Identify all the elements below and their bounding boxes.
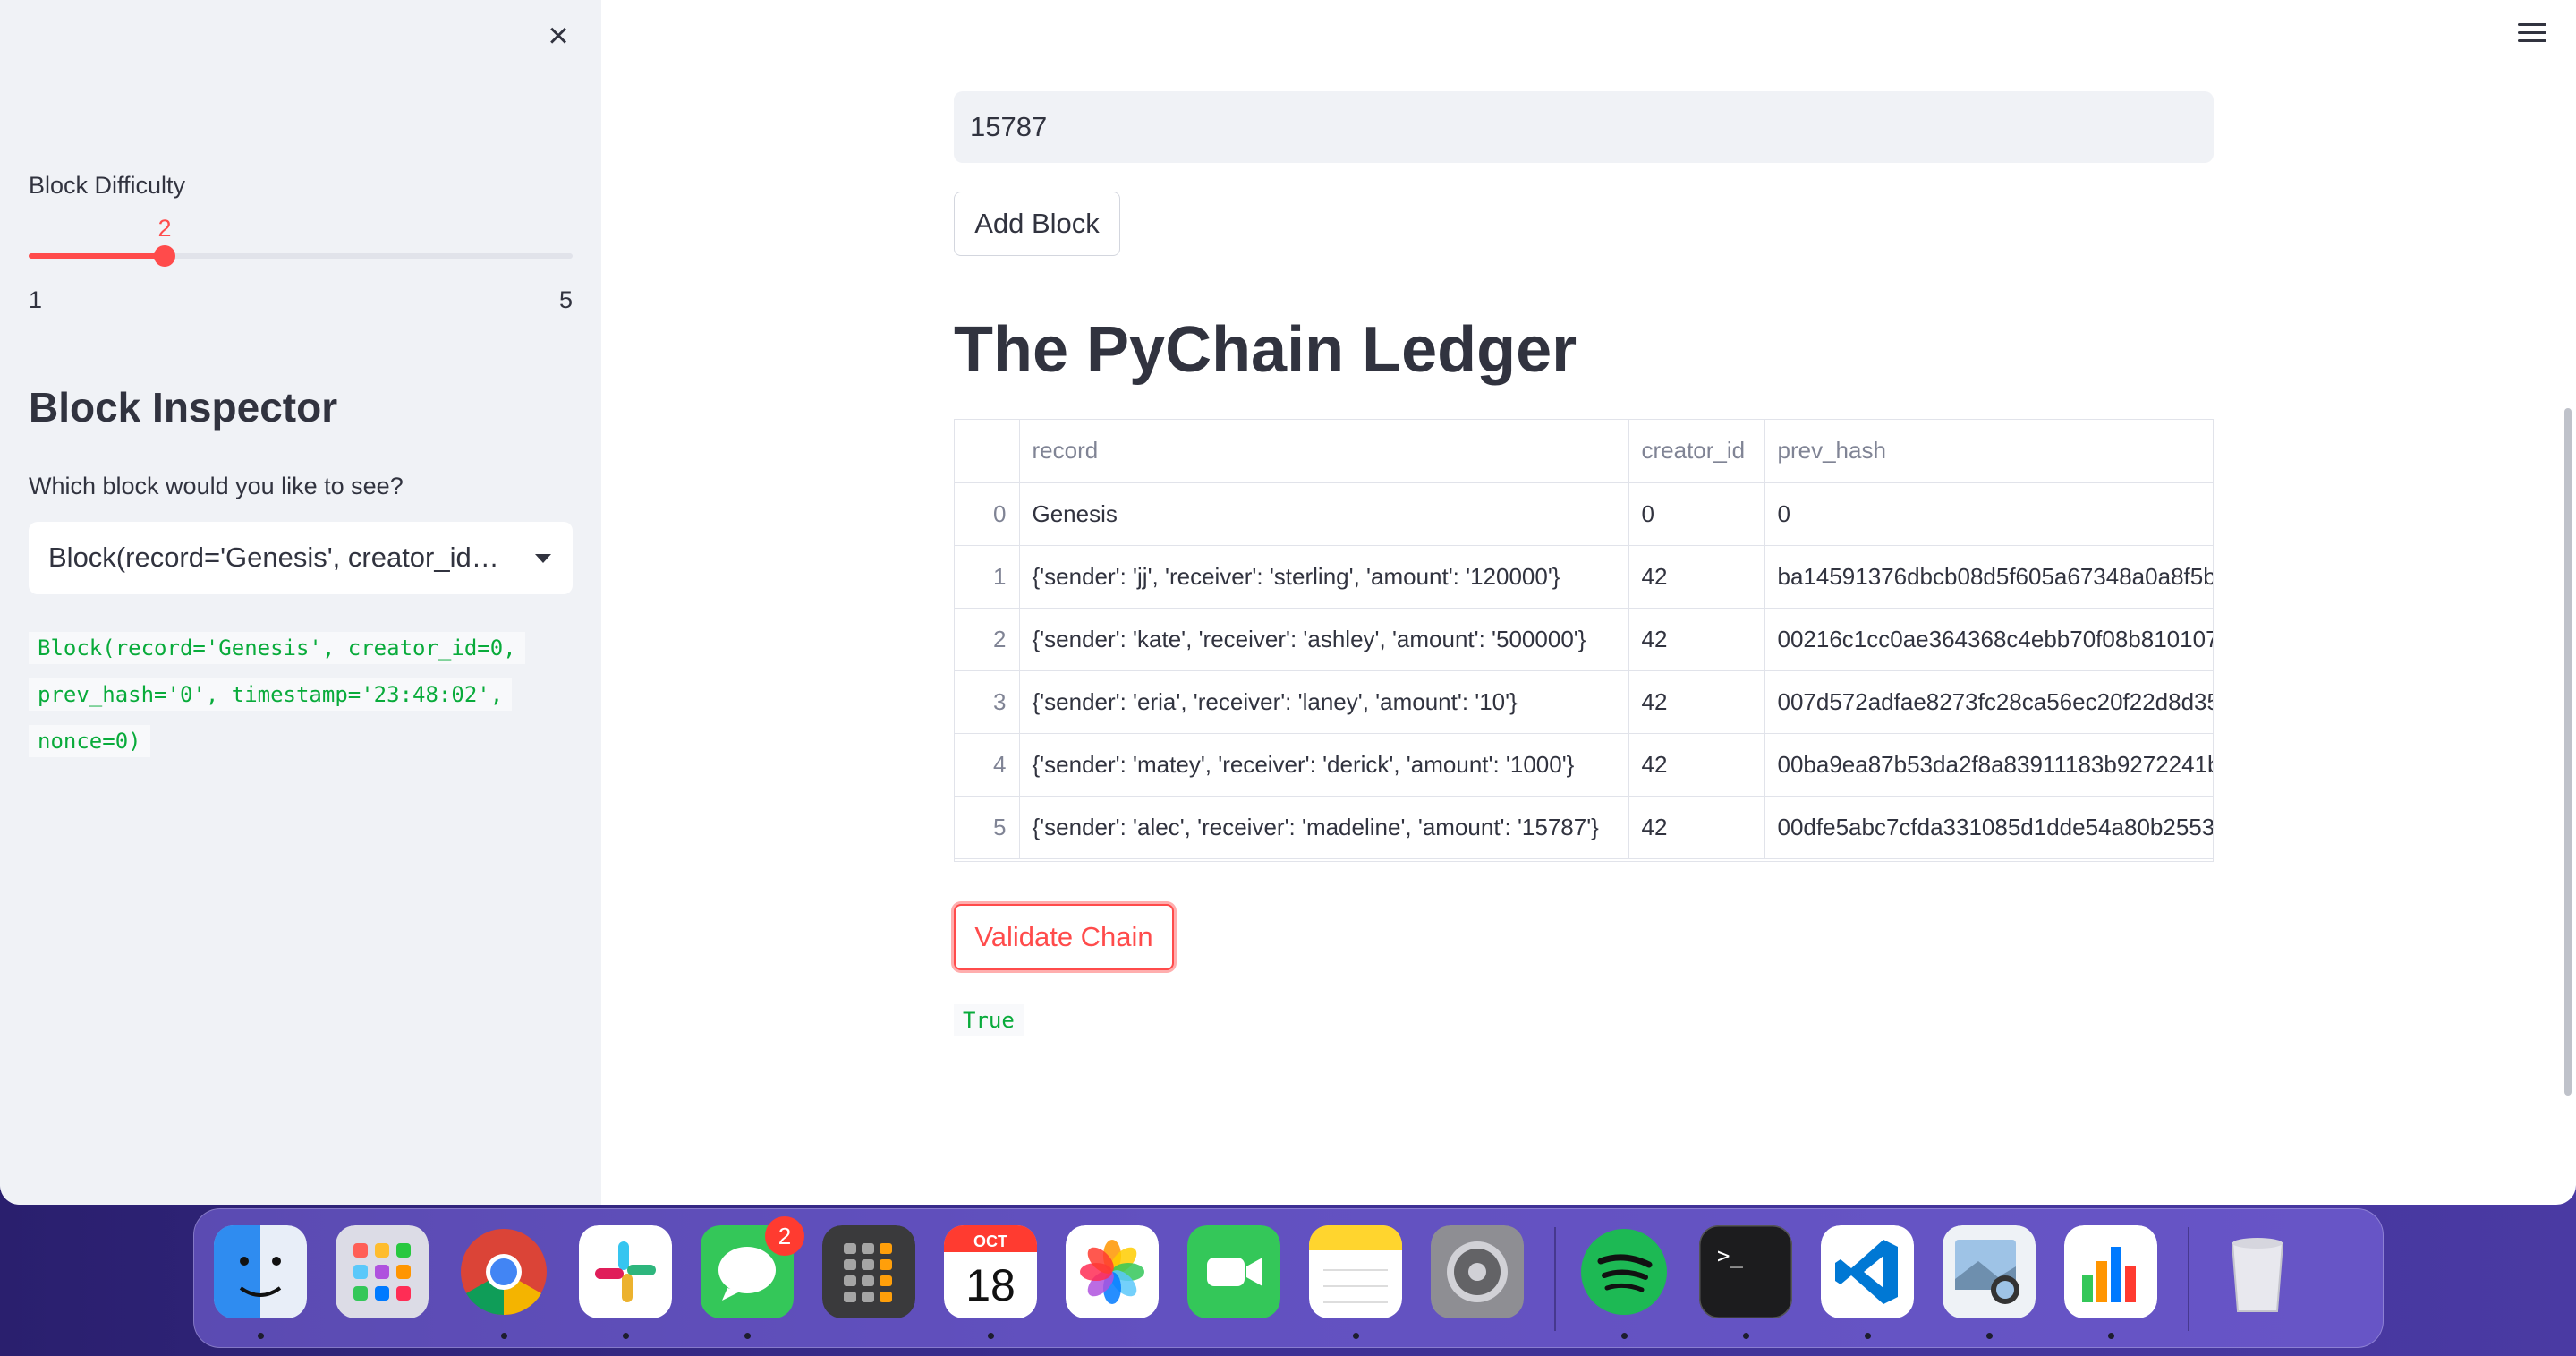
- code-line: Block(record='Genesis', creator_id=0,: [29, 632, 525, 664]
- slider-max-label: 5: [558, 286, 573, 313]
- running-indicator: [1743, 1333, 1749, 1339]
- record-cell[interactable]: {'sender': 'alec', 'receiver': 'madeline…: [1019, 796, 1629, 859]
- numbers-icon[interactable]: [2064, 1225, 2157, 1318]
- finder-icon[interactable]: [214, 1225, 307, 1318]
- table-row: 1 {'sender': 'jj', 'receiver': 'sterling…: [955, 545, 2213, 609]
- record-cell[interactable]: {'sender': 'matey', 'receiver': 'derick'…: [1019, 733, 1629, 797]
- column-header-creator-id[interactable]: creator_id: [1628, 420, 1765, 483]
- app-window: × Block Difficulty 2 1 5 Block Inspector…: [0, 0, 2576, 1205]
- running-indicator: [501, 1333, 507, 1339]
- running-indicator: [1865, 1333, 1871, 1339]
- record-cell[interactable]: Genesis: [1019, 482, 1629, 546]
- slack-icon[interactable]: [579, 1225, 672, 1318]
- block-details-code: Block(record='Genesis', creator_id=0, pr…: [29, 625, 530, 764]
- slider-fill: [29, 253, 165, 259]
- code-line: nonce=0): [29, 725, 150, 757]
- running-indicator: [1621, 1333, 1628, 1339]
- table-row: 3 {'sender': 'eria', 'receiver': 'laney'…: [955, 670, 2213, 734]
- facetime-icon[interactable]: [1187, 1225, 1280, 1318]
- prev-hash-cell[interactable]: 00dfe5abc7cfda331085d1dde54a80b2553: [1764, 796, 2213, 859]
- row-index: 1: [955, 545, 1020, 609]
- running-indicator: [258, 1333, 264, 1339]
- row-index: 2: [955, 608, 1020, 671]
- block-select-value: Block(record='Genesis', creator_id=0, pr…: [48, 542, 514, 573]
- running-indicator: [1986, 1333, 1993, 1339]
- notification-badge: 2: [765, 1216, 804, 1256]
- block-select-label: Which block would you like to see?: [29, 473, 404, 499]
- row-index: 4: [955, 733, 1020, 797]
- creator-id-cell[interactable]: 0: [1628, 482, 1765, 546]
- creator-id-cell[interactable]: 42: [1628, 545, 1765, 609]
- notes-icon[interactable]: [1309, 1225, 1402, 1318]
- block-difficulty-label: Block Difficulty: [29, 172, 186, 199]
- prev-hash-cell[interactable]: 00ba9ea87b53da2f8a83911183b9272241b: [1764, 733, 2213, 797]
- svg-text:OCT: OCT: [973, 1232, 1007, 1250]
- main-content: Add Block The PyChain Ledger record crea…: [954, 0, 2214, 1205]
- table-row: 0 Genesis 0 0: [955, 482, 2213, 546]
- running-indicator: [1353, 1333, 1359, 1339]
- photos-icon[interactable]: [1066, 1225, 1159, 1318]
- dock-separator: [2188, 1227, 2189, 1331]
- prev-hash-cell[interactable]: 0: [1764, 482, 2213, 546]
- row-index: 3: [955, 670, 1020, 734]
- sidebar: × Block Difficulty 2 1 5 Block Inspector…: [0, 0, 601, 1205]
- calendar-icon[interactable]: OCT 18: [944, 1225, 1037, 1318]
- ledger-table[interactable]: record creator_id prev_hash 0 Genesis 0 …: [954, 419, 2214, 862]
- slider-min-label: 1: [29, 286, 43, 313]
- dock: 2 OCT 18 >_: [193, 1208, 2384, 1348]
- svg-text:18: 18: [965, 1260, 1016, 1310]
- table-row: 2 {'sender': 'kate', 'receiver': 'ashley…: [955, 608, 2213, 671]
- record-cell[interactable]: {'sender': 'eria', 'receiver': 'laney', …: [1019, 670, 1629, 734]
- table-header-row: record creator_id prev_hash: [955, 420, 2213, 483]
- column-header-index: [955, 420, 1020, 483]
- validation-result: True: [954, 1004, 1024, 1036]
- trash-icon[interactable]: [2211, 1225, 2304, 1318]
- block-select[interactable]: Block(record='Genesis', creator_id=0, pr…: [29, 522, 573, 594]
- calculator-icon[interactable]: [822, 1225, 915, 1318]
- svg-text:>_: >_: [1717, 1243, 1743, 1268]
- creator-id-cell[interactable]: 42: [1628, 796, 1765, 859]
- creator-id-cell[interactable]: 42: [1628, 608, 1765, 671]
- prev-hash-cell[interactable]: ba14591376dbcb08d5f605a67348a0a8f5b: [1764, 545, 2213, 609]
- block-inspector-title: Block Inspector: [29, 384, 338, 431]
- table-row: 4 {'sender': 'matey', 'receiver': 'deric…: [955, 733, 2213, 797]
- dock-separator: [1554, 1227, 1556, 1331]
- validate-chain-button[interactable]: Validate Chain: [954, 904, 1174, 970]
- code-line: prev_hash='0', timestamp='23:48:02',: [29, 678, 513, 711]
- creator-id-cell[interactable]: 42: [1628, 733, 1765, 797]
- chrome-icon[interactable]: [457, 1225, 550, 1318]
- add-block-button[interactable]: Add Block: [954, 192, 1120, 256]
- row-index: 5: [955, 796, 1020, 859]
- block-difficulty-slider[interactable]: 2 1 5: [29, 215, 573, 313]
- slider-thumb[interactable]: [154, 245, 175, 267]
- preview-icon[interactable]: [1943, 1225, 2036, 1318]
- ledger-title: The PyChain Ledger: [954, 314, 1577, 386]
- running-indicator: [744, 1333, 751, 1339]
- prev-hash-cell[interactable]: 007d572adfae8273fc28ca56ec20f22d8d35: [1764, 670, 2213, 734]
- spotify-icon[interactable]: [1577, 1225, 1671, 1318]
- table-row: 5 {'sender': 'alec', 'receiver': 'madeli…: [955, 796, 2213, 859]
- close-icon[interactable]: ×: [540, 18, 576, 54]
- record-cell[interactable]: {'sender': 'jj', 'receiver': 'sterling',…: [1019, 545, 1629, 609]
- scrollbar[interactable]: [2564, 408, 2572, 1096]
- gear-icon[interactable]: [1431, 1225, 1524, 1318]
- launchpad-icon[interactable]: [336, 1225, 429, 1318]
- running-indicator: [2108, 1333, 2114, 1339]
- creator-id-cell[interactable]: 42: [1628, 670, 1765, 734]
- prev-hash-cell[interactable]: 00216c1cc0ae364368c4ebb70f08b810107: [1764, 608, 2213, 671]
- column-header-prev-hash[interactable]: prev_hash: [1764, 420, 2213, 483]
- running-indicator: [623, 1333, 629, 1339]
- caret-down-icon[interactable]: [535, 554, 551, 563]
- row-index: 0: [955, 482, 1020, 546]
- running-indicator: [988, 1333, 994, 1339]
- amount-input[interactable]: [954, 91, 2214, 163]
- record-cell[interactable]: {'sender': 'kate', 'receiver': 'ashley',…: [1019, 608, 1629, 671]
- slider-value: 2: [157, 215, 172, 242]
- column-header-record[interactable]: record: [1019, 420, 1629, 483]
- terminal-icon[interactable]: >_: [1699, 1225, 1792, 1318]
- vscode-icon[interactable]: [1821, 1225, 1914, 1318]
- hamburger-menu-icon[interactable]: [2518, 23, 2546, 45]
